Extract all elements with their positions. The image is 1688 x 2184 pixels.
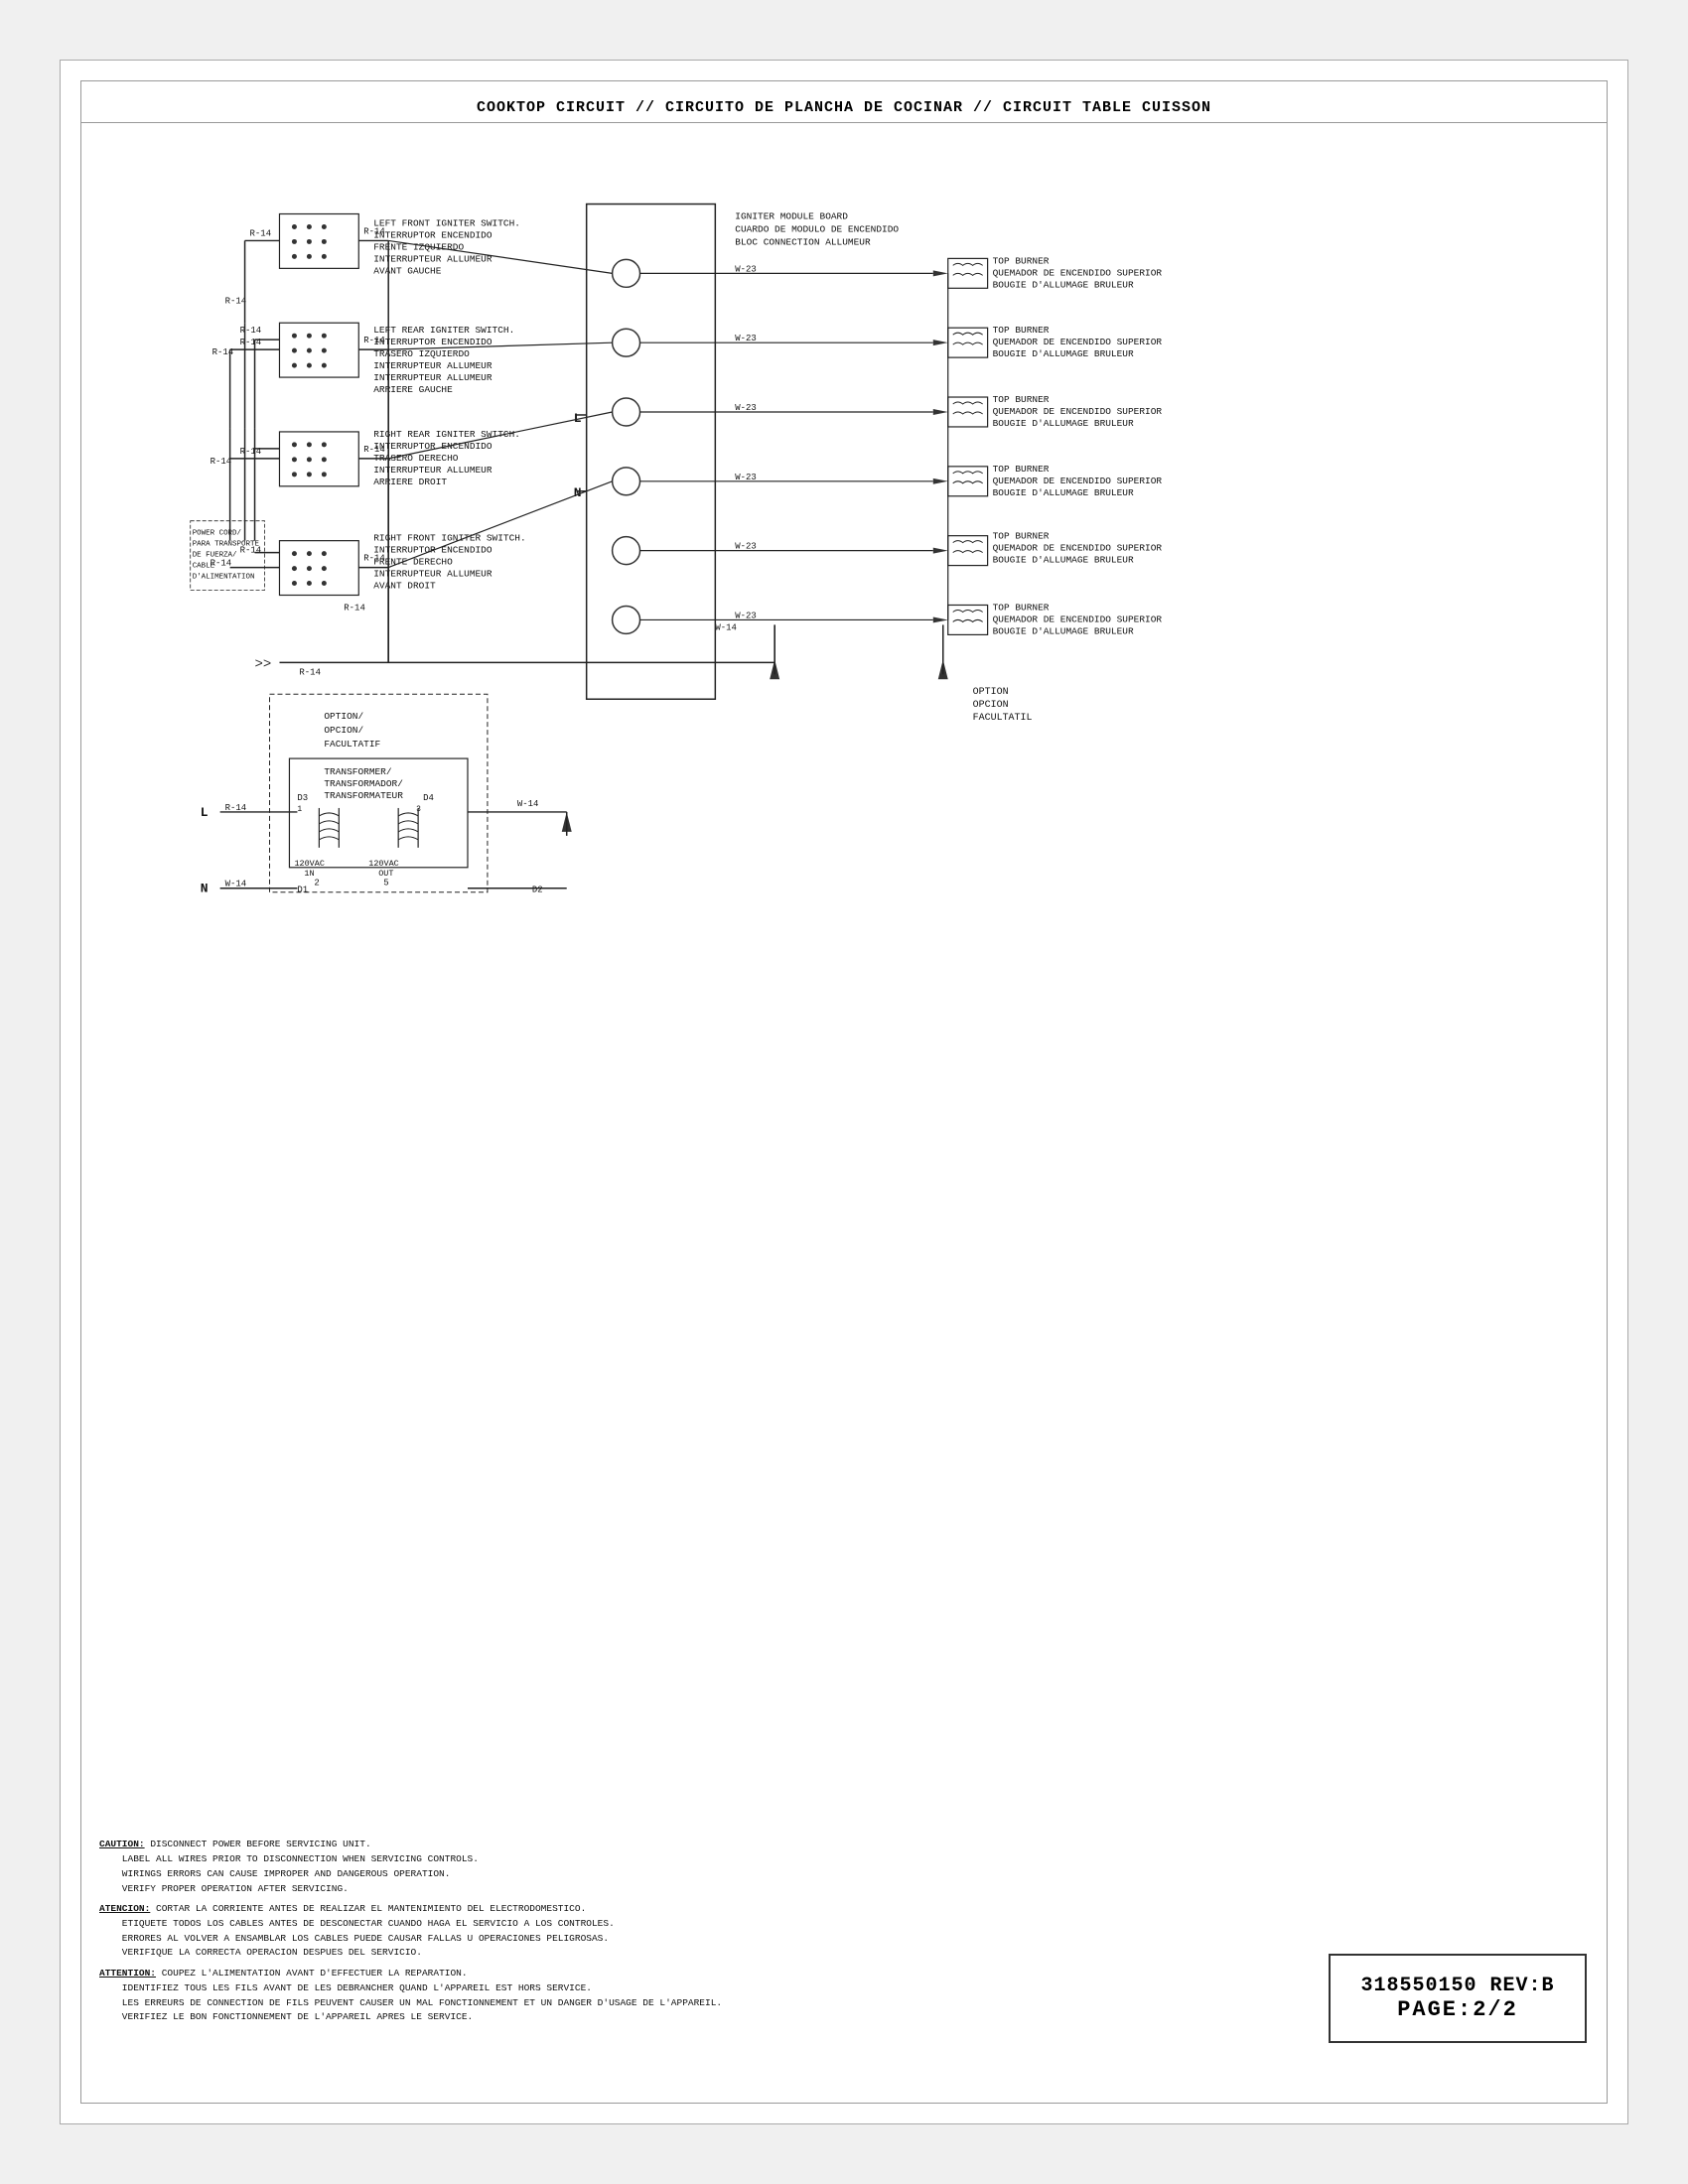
svg-text:D3: D3 bbox=[297, 793, 308, 803]
svg-text:120VAC: 120VAC bbox=[368, 859, 399, 869]
caution-en-text: DISCONNECT POWER BEFORE SERVICING UNIT. … bbox=[99, 1839, 479, 1893]
svg-text:QUEMADOR DE ENCENDIDO SUPERIOR: QUEMADOR DE ENCENDIDO SUPERIOR bbox=[993, 614, 1163, 624]
caution-es: ATENCION: CORTAR LA CORRIENTE ANTES DE R… bbox=[99, 1902, 1255, 1961]
svg-text:OPTION/: OPTION/ bbox=[324, 711, 363, 722]
caution-en-label: CAUTION: bbox=[99, 1839, 145, 1849]
svg-text:R-14: R-14 bbox=[363, 554, 385, 564]
svg-text:R-14: R-14 bbox=[211, 457, 232, 467]
diagram-area: text { font-family: 'Courier New', Couri… bbox=[81, 123, 1607, 1453]
svg-text:INTERRUPTOR ENCENDIDO: INTERRUPTOR ENCENDIDO bbox=[373, 229, 492, 240]
svg-text:R-14: R-14 bbox=[211, 559, 232, 569]
svg-text:AVANT GAUCHE: AVANT GAUCHE bbox=[373, 265, 442, 276]
caution-en: CAUTION: DISCONNECT POWER BEFORE SERVICI… bbox=[99, 1838, 1255, 1896]
svg-text:D4: D4 bbox=[423, 793, 434, 803]
svg-text:TOP BURNER: TOP BURNER bbox=[993, 602, 1050, 613]
svg-text:W-14: W-14 bbox=[715, 622, 737, 632]
svg-text:N: N bbox=[201, 882, 209, 896]
svg-text:R-14: R-14 bbox=[225, 296, 247, 306]
caution-es-label: ATENCION: bbox=[99, 1903, 150, 1914]
svg-text:ARRIERE GAUCHE: ARRIERE GAUCHE bbox=[373, 384, 453, 395]
page: COOKTOP CIRCUIT // CIRCUITO DE PLANCHA D… bbox=[60, 60, 1628, 2124]
svg-text:LEFT REAR IGNITER SWITCH.: LEFT REAR IGNITER SWITCH. bbox=[373, 325, 514, 336]
svg-text:FACULTATIL: FACULTATIL bbox=[973, 712, 1033, 723]
svg-text:INTERRUPTEUR ALLUMEUR: INTERRUPTEUR ALLUMEUR bbox=[373, 569, 492, 580]
svg-text:RIGHT REAR IGNITER SWITCH.: RIGHT REAR IGNITER SWITCH. bbox=[373, 429, 520, 440]
svg-text:OUT: OUT bbox=[378, 869, 393, 879]
svg-text:D'ALIMENTATION: D'ALIMENTATION bbox=[193, 574, 255, 582]
svg-text:INTERRUPTEUR ALLUMEUR: INTERRUPTEUR ALLUMEUR bbox=[373, 372, 492, 383]
svg-text:R-14: R-14 bbox=[363, 445, 385, 455]
svg-text:D2: D2 bbox=[532, 886, 543, 895]
circuit-diagram: text { font-family: 'Courier New', Couri… bbox=[81, 123, 1607, 1453]
caution-fr: ATTENTION: COUPEZ L'ALIMENTATION AVANT D… bbox=[99, 1967, 1255, 2025]
svg-text:5: 5 bbox=[383, 879, 388, 888]
svg-text:INTERRUPTEUR ALLUMEUR: INTERRUPTEUR ALLUMEUR bbox=[373, 465, 492, 476]
svg-text:IGNITER MODULE BOARD: IGNITER MODULE BOARD bbox=[735, 210, 848, 221]
svg-text:3: 3 bbox=[416, 805, 421, 814]
svg-text:BOUGIE D'ALLUMAGE BRULEUR: BOUGIE D'ALLUMAGE BRULEUR bbox=[993, 418, 1134, 429]
svg-text:FRENTE IZQUIERDO: FRENTE IZQUIERDO bbox=[373, 241, 464, 252]
page-title: COOKTOP CIRCUIT // CIRCUITO DE PLANCHA D… bbox=[81, 81, 1607, 123]
svg-text:INTERRUPTOR ENCENDIDO: INTERRUPTOR ENCENDIDO bbox=[373, 337, 492, 347]
svg-text:TRANSFORMER/: TRANSFORMER/ bbox=[324, 766, 392, 777]
part-number: 318550150 REV:B bbox=[1360, 1975, 1554, 1997]
svg-text:R-14: R-14 bbox=[250, 228, 272, 238]
svg-text:OPTION: OPTION bbox=[973, 686, 1009, 697]
svg-text:POWER CORD/: POWER CORD/ bbox=[193, 530, 242, 538]
caution-fr-label: ATTENTION: bbox=[99, 1968, 156, 1979]
svg-text:OPCION: OPCION bbox=[973, 699, 1009, 710]
svg-text:BOUGIE D'ALLUMAGE BRULEUR: BOUGIE D'ALLUMAGE BRULEUR bbox=[993, 487, 1134, 498]
svg-text:BOUGIE D'ALLUMAGE BRULEUR: BOUGIE D'ALLUMAGE BRULEUR bbox=[993, 625, 1134, 636]
caution-fr-text: COUPEZ L'ALIMENTATION AVANT D'EFFECTUER … bbox=[99, 1968, 722, 2022]
svg-text:QUEMADOR DE ENCENDIDO SUPERIOR: QUEMADOR DE ENCENDIDO SUPERIOR bbox=[993, 337, 1163, 347]
svg-text:R-14: R-14 bbox=[240, 326, 262, 336]
svg-text:R-14: R-14 bbox=[344, 603, 365, 613]
svg-text:>>: >> bbox=[255, 656, 272, 672]
svg-text:BOUGIE D'ALLUMAGE BRULEUR: BOUGIE D'ALLUMAGE BRULEUR bbox=[993, 555, 1134, 566]
svg-text:CUARDO DE MODULO DE ENCENDIDO: CUARDO DE MODULO DE ENCENDIDO bbox=[735, 223, 899, 234]
svg-text:TOP BURNER: TOP BURNER bbox=[993, 531, 1050, 542]
svg-text:N: N bbox=[574, 485, 582, 500]
svg-text:LEFT FRONT IGNITER SWITCH.: LEFT FRONT IGNITER SWITCH. bbox=[373, 217, 520, 228]
svg-text:BOUGIE D'ALLUMAGE BRULEUR: BOUGIE D'ALLUMAGE BRULEUR bbox=[993, 279, 1134, 290]
svg-text:TOP BURNER: TOP BURNER bbox=[993, 255, 1050, 266]
svg-text:R-14: R-14 bbox=[363, 336, 385, 345]
svg-text:1N: 1N bbox=[304, 869, 314, 879]
part-number-box: 318550150 REV:B PAGE:2/2 bbox=[1329, 1954, 1587, 2043]
svg-text:L: L bbox=[201, 805, 209, 820]
svg-text:OPCION/: OPCION/ bbox=[324, 725, 363, 736]
svg-text:BLOC CONNECTION ALLUMEUR: BLOC CONNECTION ALLUMEUR bbox=[735, 236, 871, 247]
svg-text:QUEMADOR DE ENCENDIDO SUPERIOR: QUEMADOR DE ENCENDIDO SUPERIOR bbox=[993, 406, 1163, 417]
svg-text:TOP BURNER: TOP BURNER bbox=[993, 394, 1050, 405]
svg-text:INTERRUPTOR ENCENDIDO: INTERRUPTOR ENCENDIDO bbox=[373, 441, 492, 452]
inner-border: COOKTOP CIRCUIT // CIRCUITO DE PLANCHA D… bbox=[80, 80, 1608, 2104]
svg-text:INTERRUPTEUR ALLUMEUR: INTERRUPTEUR ALLUMEUR bbox=[373, 360, 492, 371]
svg-text:W-14: W-14 bbox=[517, 799, 539, 809]
svg-text:TOP BURNER: TOP BURNER bbox=[993, 325, 1050, 336]
svg-text:2: 2 bbox=[314, 879, 319, 888]
svg-text:120VAC: 120VAC bbox=[294, 859, 325, 869]
svg-text:INTERRUPTEUR ALLUMEUR: INTERRUPTEUR ALLUMEUR bbox=[373, 253, 492, 264]
svg-text:R-14: R-14 bbox=[299, 667, 321, 677]
svg-text:QUEMADOR DE ENCENDIDO SUPERIOR: QUEMADOR DE ENCENDIDO SUPERIOR bbox=[993, 543, 1163, 554]
svg-text:AVANT DROIT: AVANT DROIT bbox=[373, 581, 436, 592]
svg-text:RIGHT FRONT IGNITER SWITCH.: RIGHT FRONT IGNITER SWITCH. bbox=[373, 533, 525, 544]
svg-text:TRANSFORMADOR/: TRANSFORMADOR/ bbox=[324, 778, 403, 789]
svg-text:TOP BURNER: TOP BURNER bbox=[993, 464, 1050, 475]
svg-text:QUEMADOR DE ENCENDIDO SUPERIOR: QUEMADOR DE ENCENDIDO SUPERIOR bbox=[993, 476, 1163, 486]
svg-text:D1: D1 bbox=[297, 886, 308, 895]
svg-text:R-14: R-14 bbox=[363, 226, 385, 236]
caution-section: CAUTION: DISCONNECT POWER BEFORE SERVICI… bbox=[81, 1826, 1273, 2043]
svg-text:BOUGIE D'ALLUMAGE BRULEUR: BOUGIE D'ALLUMAGE BRULEUR bbox=[993, 348, 1134, 359]
svg-text:FACULTATIF: FACULTATIF bbox=[324, 739, 380, 750]
svg-text:ARRIERE DROIT: ARRIERE DROIT bbox=[373, 477, 447, 487]
svg-text:R-14: R-14 bbox=[240, 546, 262, 556]
svg-text:QUEMADOR DE ENCENDIDO SUPERIOR: QUEMADOR DE ENCENDIDO SUPERIOR bbox=[993, 267, 1163, 278]
svg-text:TRANSFORMATEUR: TRANSFORMATEUR bbox=[324, 790, 403, 801]
svg-text:1: 1 bbox=[297, 805, 302, 814]
caution-es-text: CORTAR LA CORRIENTE ANTES DE REALIZAR EL… bbox=[99, 1903, 615, 1958]
page-number: PAGE:2/2 bbox=[1397, 1997, 1518, 2022]
